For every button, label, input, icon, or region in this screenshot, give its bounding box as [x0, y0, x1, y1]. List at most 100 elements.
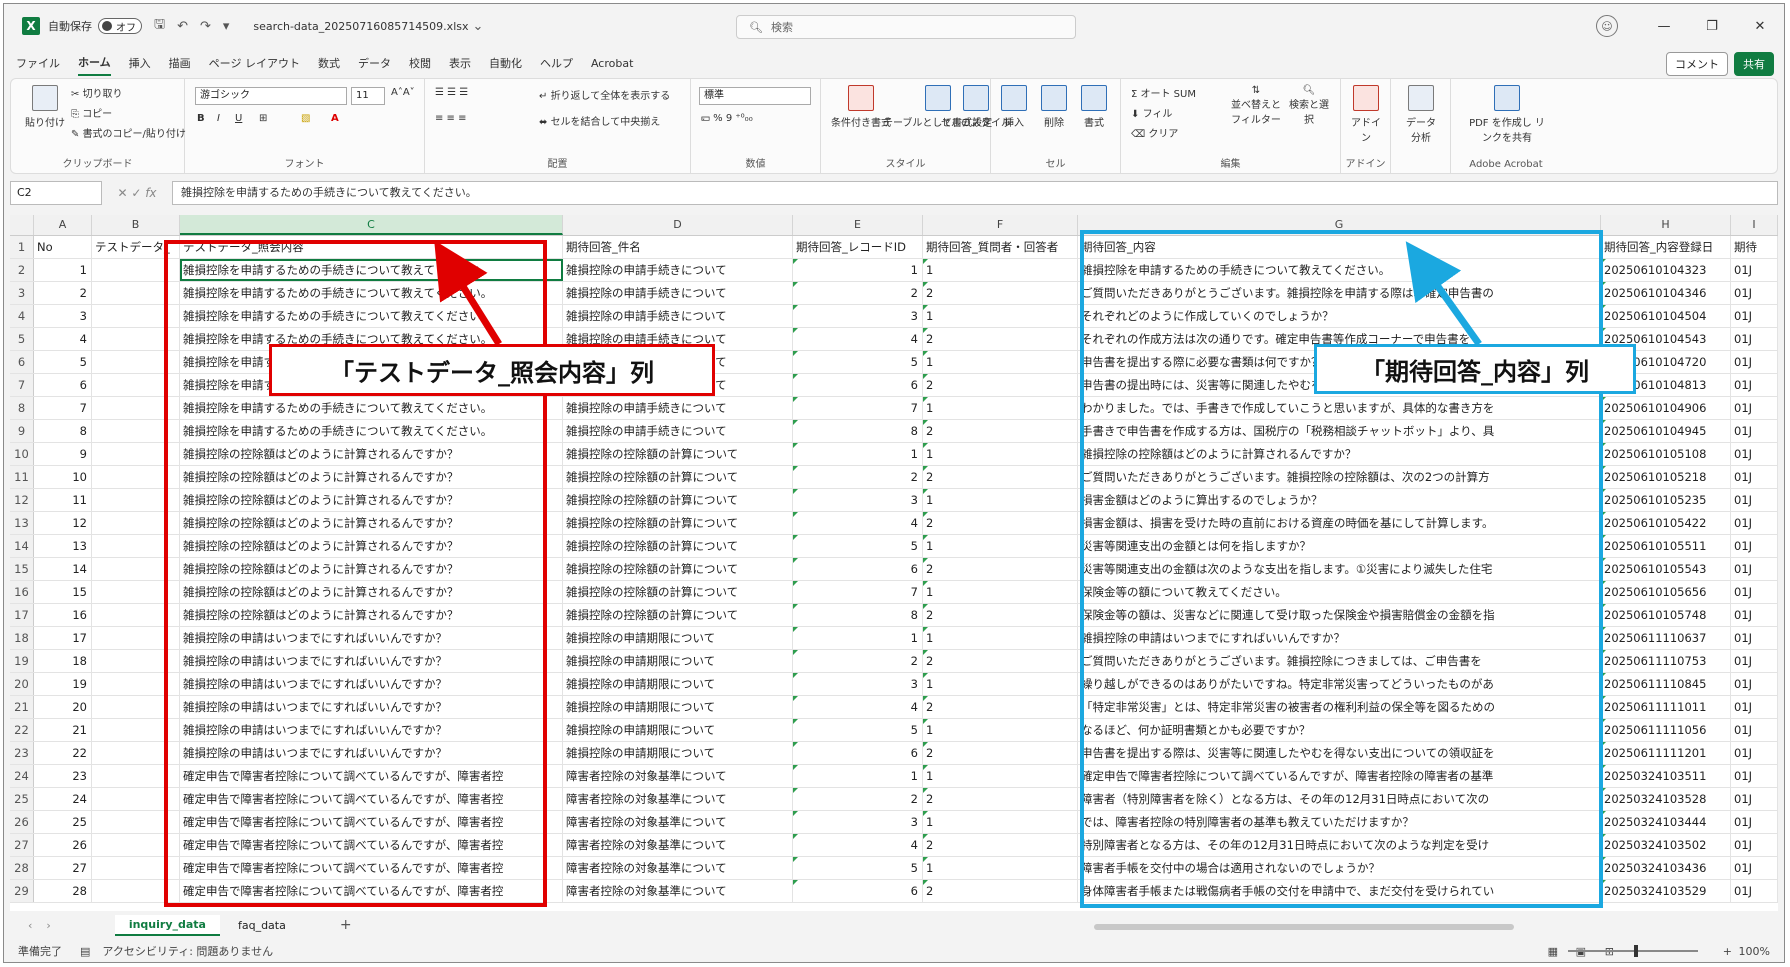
table-cell[interactable]: 20250610105543	[1601, 558, 1731, 580]
table-cell[interactable]: 8	[793, 420, 923, 442]
table-cell[interactable]: 20250610105511	[1601, 535, 1731, 557]
table-cell[interactable]: 3	[793, 811, 923, 833]
table-cell[interactable]: 障害者控除の対象基準について	[563, 765, 793, 787]
table-cell[interactable]: 3	[793, 489, 923, 511]
addins-button[interactable]: アドイン	[1351, 85, 1381, 144]
table-cell[interactable]: 2	[923, 558, 1078, 580]
row-number[interactable]: 20	[10, 673, 34, 695]
table-cell[interactable]: 雑損控除の申請期限について	[563, 627, 793, 649]
menu-2[interactable]: 挿入	[129, 51, 151, 75]
zoom-slider-thumb[interactable]	[1634, 945, 1638, 957]
menu-4[interactable]: ページ レイアウト	[209, 51, 300, 75]
row-number[interactable]: 4	[10, 305, 34, 327]
table-cell[interactable]: 1	[923, 857, 1078, 879]
menu-11[interactable]: Acrobat	[591, 53, 633, 74]
row-number[interactable]: 7	[10, 374, 34, 396]
row-number[interactable]: 24	[10, 765, 34, 787]
add-sheet-icon[interactable]: +	[340, 917, 352, 933]
table-cell[interactable]: 01J	[1731, 880, 1778, 902]
menu-7[interactable]: 校閲	[409, 51, 431, 75]
table-cell[interactable]: 雑損控除の控除額の計算について	[563, 535, 793, 557]
table-cell[interactable]: 2	[793, 788, 923, 810]
font-size-select[interactable]: 11	[351, 87, 385, 105]
table-cell[interactable]: 20250610104346	[1601, 282, 1731, 304]
normal-view-icon[interactable]: ▦	[1548, 945, 1558, 958]
table-cell[interactable]: 20250610105748	[1601, 604, 1731, 626]
table-cell[interactable]: 01J	[1731, 305, 1778, 327]
table-cell[interactable]: 01J	[1731, 466, 1778, 488]
row-number[interactable]: 2	[10, 259, 34, 281]
table-cell[interactable]: 雑損控除の控除額の計算について	[563, 443, 793, 465]
row-number[interactable]: 5	[10, 328, 34, 350]
fill-button[interactable]: ⬇ フィル	[1131, 105, 1172, 120]
table-cell[interactable]: 20250610105218	[1601, 466, 1731, 488]
table-cell[interactable]: 01J	[1731, 834, 1778, 856]
row-number[interactable]: 18	[10, 627, 34, 649]
zoom-in-icon[interactable]: +	[1723, 945, 1732, 958]
row-number[interactable]: 22	[10, 719, 34, 741]
table-cell[interactable]: 24	[34, 788, 92, 810]
table-cell[interactable]: 01J	[1731, 811, 1778, 833]
table-cell[interactable]: 1	[923, 305, 1078, 327]
table-cell[interactable]: 01J	[1731, 328, 1778, 350]
table-cell[interactable]: 期待回答_質問者・回答者	[923, 236, 1078, 258]
autosum-button[interactable]: Σ オート SUM	[1131, 85, 1196, 100]
table-cell[interactable]: 11	[34, 489, 92, 511]
table-cell[interactable]: 1	[793, 443, 923, 465]
table-cell[interactable]: 3	[793, 305, 923, 327]
next-sheet-icon[interactable]: ›	[46, 919, 50, 932]
table-cell[interactable]: 雑損控除の控除額の計算について	[563, 489, 793, 511]
column-header[interactable]: C	[180, 215, 563, 235]
table-cell[interactable]: 20250610105235	[1601, 489, 1731, 511]
menu-3[interactable]: 描画	[169, 51, 191, 75]
row-number[interactable]: 14	[10, 535, 34, 557]
column-header[interactable]: B	[92, 215, 180, 235]
account-avatar-icon[interactable]: ☺	[1596, 15, 1618, 37]
table-cell[interactable]: 22	[34, 742, 92, 764]
sheet-tab-inquiry-data[interactable]: inquiry_data	[114, 914, 220, 936]
table-cell[interactable]: 13	[34, 535, 92, 557]
table-cell[interactable]: 20250324103529	[1601, 880, 1731, 902]
table-cell[interactable]: 雑損控除の申請手続きについて	[563, 305, 793, 327]
table-cell[interactable]: 1	[923, 535, 1078, 557]
row-number[interactable]: 27	[10, 834, 34, 856]
autosave-toggle[interactable]: オフ	[98, 18, 142, 34]
table-cell[interactable]: 25	[34, 811, 92, 833]
table-cell[interactable]: 1	[793, 765, 923, 787]
table-cell[interactable]: 期待回答_レコードID	[793, 236, 923, 258]
row-number[interactable]: 21	[10, 696, 34, 718]
cut-button[interactable]: ✂ 切り取り	[71, 85, 123, 100]
insert-cells-button[interactable]: 挿入	[1001, 85, 1027, 129]
table-cell[interactable]: 01J	[1731, 489, 1778, 511]
table-cell[interactable]: 4	[793, 834, 923, 856]
table-cell[interactable]: 1	[793, 259, 923, 281]
row-number[interactable]: 28	[10, 857, 34, 879]
customize-quick-access-icon[interactable]: ▾	[223, 19, 230, 34]
formula-input[interactable]: 雑損控除を申請するための手続きについて教えてください。	[172, 181, 1778, 205]
horizontal-scrollbar[interactable]	[1094, 924, 1514, 930]
table-cell[interactable]: 20250610104323	[1601, 259, 1731, 281]
close-icon[interactable]: ✕	[1736, 19, 1784, 34]
row-number[interactable]: 3	[10, 282, 34, 304]
table-cell[interactable]: 1	[923, 673, 1078, 695]
table-cell[interactable]: 2	[923, 696, 1078, 718]
menu-5[interactable]: 数式	[318, 51, 340, 75]
comment-button[interactable]: コメント	[1666, 52, 1728, 76]
border-icon[interactable]: ⊞	[259, 113, 267, 124]
format-painter-button[interactable]: ✎ 書式のコピー/貼り付け	[71, 125, 186, 140]
table-cell[interactable]: No	[34, 236, 92, 258]
table-cell[interactable]: 1	[923, 811, 1078, 833]
chevron-down-icon[interactable]: ⌄	[473, 19, 484, 34]
font-name-select[interactable]: 游ゴシック	[195, 87, 347, 105]
table-cell[interactable]: 21	[34, 719, 92, 741]
bold-icon[interactable]: B	[197, 113, 205, 124]
sort-filter-button[interactable]: ⇅ 並べ替えとフィルター	[1231, 85, 1281, 126]
table-cell[interactable]: 2	[793, 466, 923, 488]
table-cell[interactable]: 2	[793, 650, 923, 672]
table-cell[interactable]: 6	[34, 374, 92, 396]
row-number[interactable]: 9	[10, 420, 34, 442]
font-color-icon[interactable]: A	[331, 113, 339, 124]
table-cell[interactable]: 雑損控除の申請期限について	[563, 719, 793, 741]
table-cell[interactable]: 雑損控除の控除額の計算について	[563, 512, 793, 534]
row-number[interactable]: 13	[10, 512, 34, 534]
